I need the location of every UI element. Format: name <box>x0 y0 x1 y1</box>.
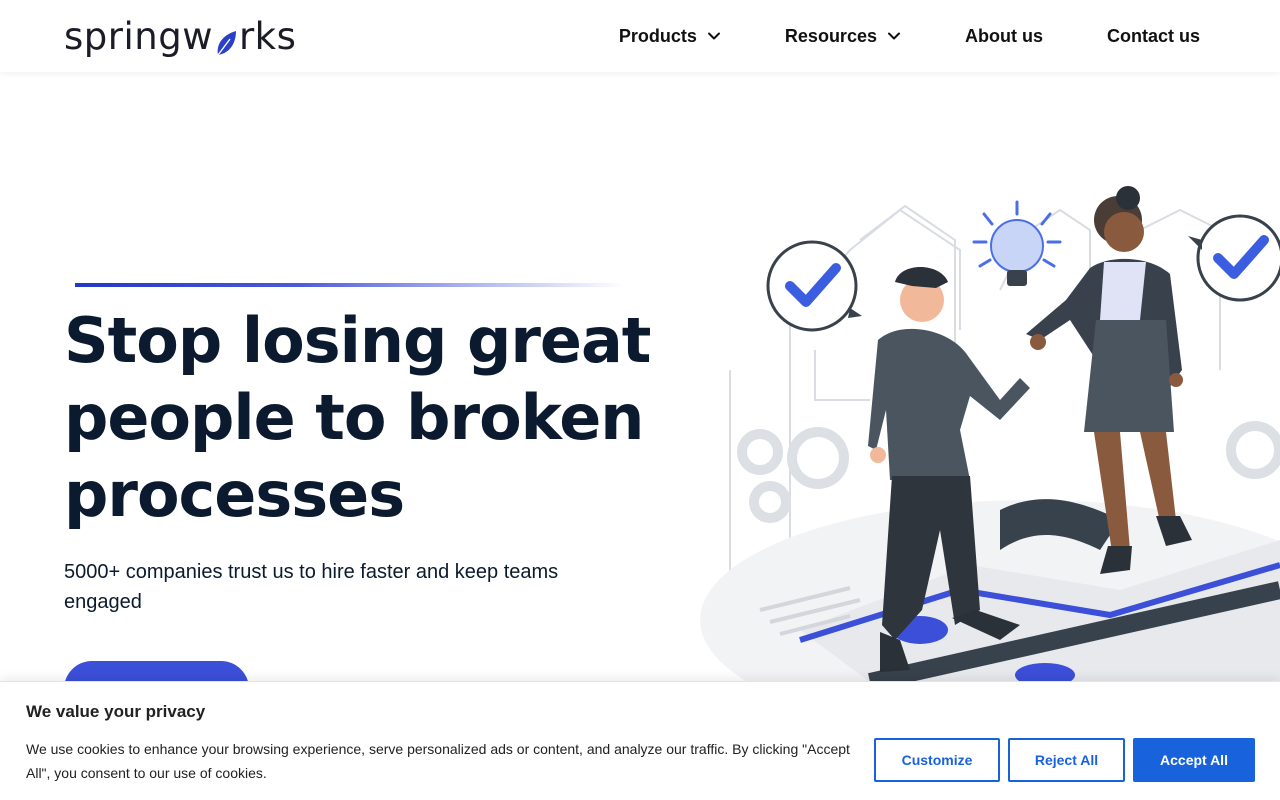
cookie-description: We use cookies to enhance your browsing … <box>26 741 850 781</box>
hero-title-line1: Stop losing great <box>64 304 651 377</box>
nav-resources-label: Resources <box>784 25 877 46</box>
nav-about-label: About us <box>964 25 1043 46</box>
hero-accent-line <box>75 283 625 287</box>
hero-title-line2: people to broken <box>64 381 644 454</box>
logo-text-prefix: spring <box>64 14 183 58</box>
lightbulb-icon <box>972 200 1062 286</box>
nav-contact-label: Contact us <box>1106 25 1200 46</box>
chevron-down-icon <box>707 32 720 40</box>
checkmark-bubble-right <box>1188 214 1280 302</box>
customize-button[interactable]: Customize <box>874 738 1000 782</box>
reject-all-button[interactable]: Reject All <box>1008 738 1125 782</box>
cookie-title: We value your privacy <box>26 702 206 721</box>
hero-subtitle: 5000+ companies trust us to hire faster … <box>64 561 559 613</box>
nav-products-label: Products <box>618 25 697 46</box>
hero-title-line3: processes <box>64 458 405 531</box>
nav-resources[interactable]: Resources <box>785 26 901 47</box>
accept-all-button[interactable]: Accept All <box>1133 738 1255 782</box>
checkmark-bubble-left <box>766 240 862 332</box>
nav-products[interactable]: Products <box>619 26 721 47</box>
site-header: spring w rks Products Resources About us … <box>0 0 1280 72</box>
cookie-consent-banner: We value your privacy We use cookies to … <box>0 681 1280 800</box>
hero-title: Stop losing great people to broken proce… <box>64 302 664 533</box>
leaf-icon <box>214 25 238 56</box>
logo-text-suffix: rks <box>238 14 297 58</box>
nav-about-us[interactable]: About us <box>965 26 1043 47</box>
logo-w-letter: w <box>182 14 213 58</box>
springworks-logo[interactable]: spring w rks <box>64 12 296 60</box>
chevron-down-icon <box>887 32 900 40</box>
handshake-illustration <box>700 170 1280 740</box>
nav-contact-us[interactable]: Contact us <box>1107 26 1200 47</box>
main-nav: Products Resources About us Contact us <box>619 20 1200 52</box>
